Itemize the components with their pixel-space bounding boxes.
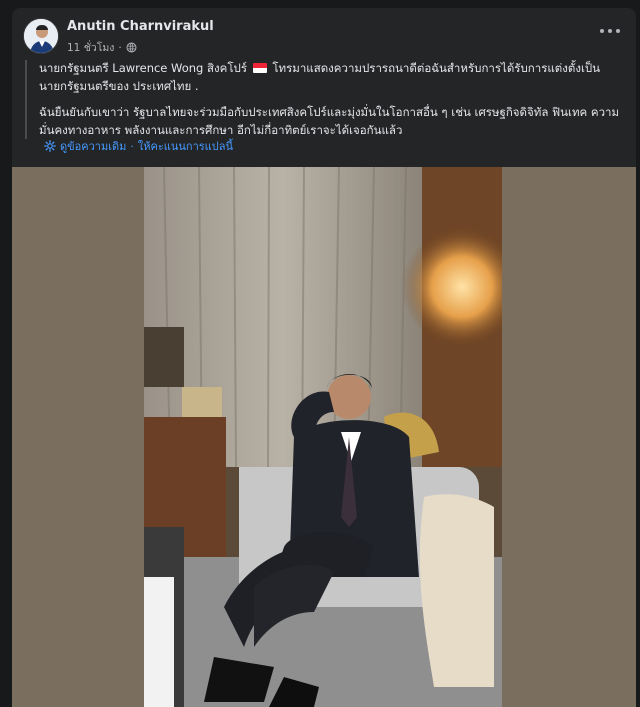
more-dot xyxy=(608,29,612,33)
post-meta: 11 ชั่วโมง · xyxy=(67,39,137,56)
post-timestamp[interactable]: 11 ชั่วโมง xyxy=(67,39,114,56)
post-header: Anutin Charnvirakul 11 ชั่วโมง · xyxy=(12,8,636,58)
singapore-flag-icon xyxy=(252,63,267,73)
post-card: Anutin Charnvirakul 11 ชั่วโมง · นายกรัฐ… xyxy=(12,8,636,707)
post-photo-frame[interactable] xyxy=(12,167,636,707)
see-original-link[interactable]: ดูข้อความเดิม xyxy=(60,137,126,155)
more-dot xyxy=(616,29,620,33)
author-avatar[interactable] xyxy=(23,18,59,54)
post-text: นายกรัฐมนตรี Lawrence Wong สิงคโปร์ โทรม… xyxy=(25,60,625,139)
post-paragraph-2: ฉันยืนยันกับเขาว่า รัฐบาลไทยจะร่วมมือกับ… xyxy=(39,105,620,137)
author-name[interactable]: Anutin Charnvirakul xyxy=(67,19,214,34)
more-options-icon[interactable] xyxy=(600,25,620,37)
more-dot xyxy=(600,29,604,33)
post-photo[interactable] xyxy=(144,167,502,707)
translation-links: ดูข้อความเดิม · ให้คะแนนการแปลนี้ xyxy=(44,137,233,155)
post-paragraph-1: นายกรัฐมนตรี Lawrence Wong สิงคโปร์ โทรม… xyxy=(39,60,625,95)
link-separator: · xyxy=(130,139,134,153)
photo-image xyxy=(144,167,502,707)
translate-gear-icon xyxy=(44,140,56,152)
globe-icon[interactable] xyxy=(126,42,137,53)
avatar-image xyxy=(24,19,58,53)
rate-translation-link[interactable]: ให้คะแนนการแปลนี้ xyxy=(138,137,233,155)
paragraph-1-start: นายกรัฐมนตรี Lawrence Wong สิงคโปร์ xyxy=(39,61,247,75)
meta-separator: · xyxy=(118,41,122,54)
